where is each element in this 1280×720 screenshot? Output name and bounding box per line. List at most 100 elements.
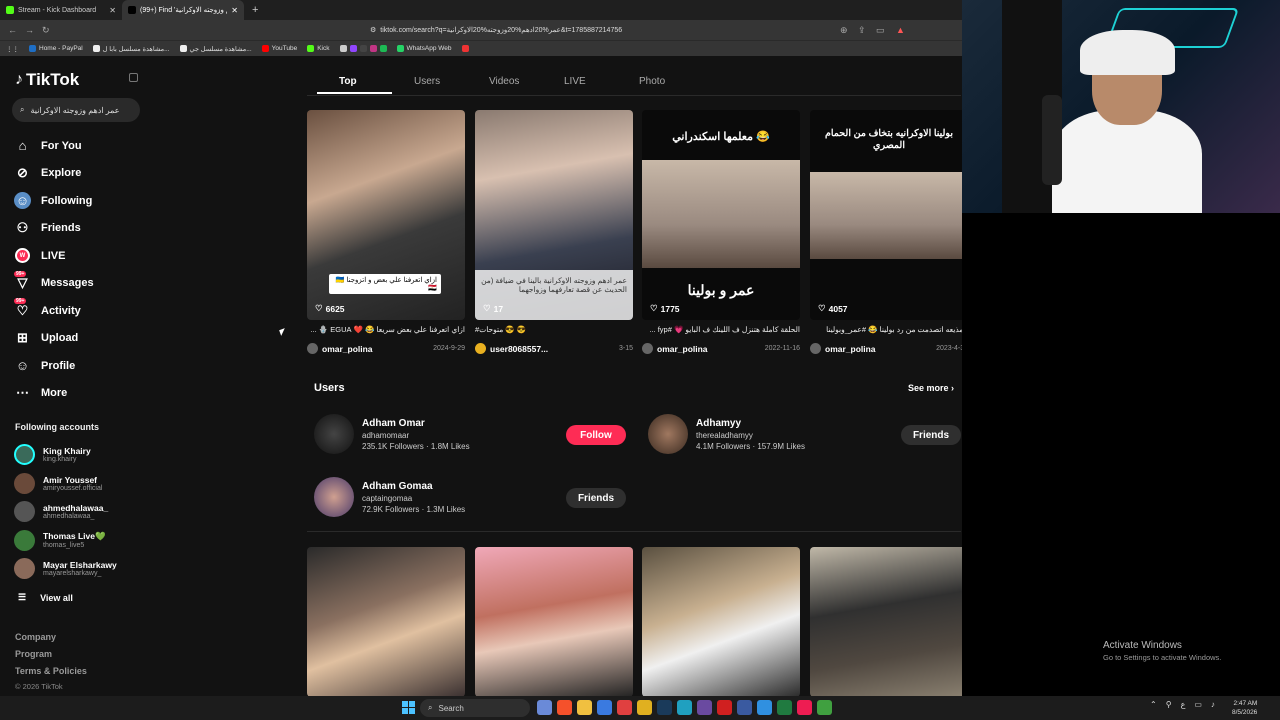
chevron-up-icon[interactable]: ⌃ bbox=[1150, 700, 1157, 709]
sidebar-item-messages[interactable]: ▽ 99+ Messages bbox=[14, 270, 144, 298]
new-tab-icon[interactable]: + bbox=[244, 4, 266, 16]
sidebar-item-upload[interactable]: ⊞ Upload bbox=[14, 325, 144, 353]
video-thumbnail[interactable]: عمر ادهم وزوجته الاوكرانية بالينا في ضيا… bbox=[475, 110, 633, 320]
url-field[interactable]: ⚙ tiktok.com/search?q=عمر%20ادهم%20وزوجته… bbox=[370, 23, 910, 37]
site-info-icon[interactable]: ⚙ bbox=[370, 26, 376, 34]
steam-icon[interactable] bbox=[657, 700, 672, 715]
brave-icon[interactable] bbox=[557, 700, 572, 715]
adobe-icon[interactable] bbox=[717, 700, 732, 715]
photos-icon[interactable] bbox=[757, 700, 772, 715]
network-icon[interactable]: ▭ bbox=[1194, 700, 1202, 709]
taskbar-search[interactable]: ⌕ Search bbox=[420, 699, 530, 717]
bookmark-paypal[interactable]: Home - PayPal bbox=[29, 45, 83, 52]
close-icon[interactable]: ✕ bbox=[109, 6, 116, 15]
friends-button[interactable]: Friends bbox=[566, 488, 626, 508]
tab-photo[interactable]: Photo bbox=[617, 70, 692, 94]
video-card[interactable]: معلمها اسكندراني 😂 عمر و بولينا ♡ 1775 ال… bbox=[642, 110, 800, 354]
share-icon[interactable]: ⇪ bbox=[858, 25, 866, 36]
chrome-alt-icon[interactable] bbox=[817, 700, 832, 715]
brave-shield-icon[interactable]: ▲ bbox=[896, 25, 905, 35]
video-card[interactable]: ازاي اتعرفنا علي بعض و اتزوجنا 🇺🇦🇪🇬 ♡ 662… bbox=[307, 110, 465, 354]
sidebar-item-profile[interactable]: ☺ Profile bbox=[14, 352, 144, 380]
author[interactable]: omar_polina bbox=[322, 344, 373, 354]
video-caption[interactable]: ازاي اتعرفنا علي بعض سريعا 😂 ❤️ EGUA 🪬 .… bbox=[307, 325, 465, 337]
file-explorer-icon[interactable] bbox=[577, 700, 592, 715]
chrome-icon[interactable] bbox=[617, 700, 632, 715]
tiktok-logo[interactable]: ♪ TikTok bbox=[15, 70, 79, 90]
video-thumbnail[interactable]: ازاي اتعرفنا علي بعض و اتزوجنا 🇺🇦🇪🇬 ♡ 662… bbox=[307, 110, 465, 320]
following-account[interactable]: Amir Youssef amiryoussef.official bbox=[14, 469, 144, 497]
tab-tiktok[interactable]: (99+) Find 'ادهم وزوجته الاوكرانية' ✕ bbox=[122, 0, 244, 20]
tab-users[interactable]: Users bbox=[392, 70, 467, 94]
reload-icon[interactable]: ↻ bbox=[42, 25, 50, 36]
author[interactable]: user8068557... bbox=[490, 344, 548, 354]
video-card[interactable]: بولينا الاوكرانيه بتخاف من الحمام المصري… bbox=[810, 110, 962, 354]
bookmark-kick[interactable]: Kick bbox=[307, 45, 330, 52]
video-caption[interactable]: الحلقة كاملة هتنزل ف اللينك ف البايو 💗 #… bbox=[642, 325, 800, 337]
footer-company[interactable]: Company bbox=[15, 632, 56, 642]
user-result[interactable]: Adham Gomaa captaingomaa 72.9K Followers ·… bbox=[314, 477, 465, 517]
video-thumbnail[interactable] bbox=[475, 547, 633, 696]
video-caption[interactable]: المذيعه اتصدمت من رد بولينا 😂 #عمر_وبولي… bbox=[810, 325, 962, 337]
avatar[interactable] bbox=[307, 343, 318, 354]
sidebar-item-following[interactable]: ☺ Following bbox=[14, 187, 144, 215]
bookmark-series-2[interactable]: مشاهدة مسلسل جي... bbox=[179, 45, 252, 53]
bookmark-youtube[interactable]: YouTube bbox=[261, 45, 297, 52]
follow-button[interactable]: Follow bbox=[566, 425, 626, 445]
tab-live[interactable]: LIVE bbox=[542, 70, 617, 94]
following-account[interactable]: King Khairy king.khairy bbox=[14, 440, 144, 468]
user-result[interactable]: Adhamyy therealadhamyy 4.1M Followers · 15… bbox=[648, 414, 805, 454]
app-icon[interactable] bbox=[637, 700, 652, 715]
video-thumbnail[interactable]: معلمها اسكندراني 😂 عمر و بولينا ♡ 1775 bbox=[642, 110, 800, 320]
avatar[interactable] bbox=[475, 343, 486, 354]
search-input[interactable]: ⌕ عمر ادهم وزوجته الاوكرانية bbox=[12, 98, 140, 122]
forward-icon[interactable]: → bbox=[25, 25, 34, 35]
close-icon[interactable]: ✕ bbox=[231, 6, 238, 15]
tab-videos[interactable]: Videos bbox=[467, 70, 542, 94]
copilot-icon[interactable] bbox=[537, 700, 552, 715]
sidebar-item-explore[interactable]: ⊘ Explore bbox=[14, 160, 144, 188]
word-icon[interactable] bbox=[737, 700, 752, 715]
excel-icon[interactable] bbox=[777, 700, 792, 715]
video-thumbnail[interactable] bbox=[307, 547, 465, 696]
user-result[interactable]: Adham Omar adhamomaar 235.1K Followers · 1… bbox=[314, 414, 470, 454]
video-caption[interactable]: #متوحات 😎 😎 bbox=[475, 325, 633, 337]
sidebar-item-live[interactable]: W LIVE bbox=[14, 242, 144, 270]
video-thumbnail[interactable] bbox=[810, 547, 962, 696]
bookmark-red[interactable] bbox=[461, 45, 469, 52]
see-more-link[interactable]: See more › bbox=[908, 383, 954, 393]
obs-icon[interactable] bbox=[697, 700, 712, 715]
video-card[interactable]: عمر ادهم وزوجته الاوكرانية بالينا في ضيا… bbox=[475, 110, 633, 354]
windows-start-icon[interactable] bbox=[402, 701, 415, 714]
language-icon[interactable]: ع bbox=[1181, 700, 1186, 709]
volume-icon[interactable]: ♪ bbox=[1211, 700, 1215, 709]
bookmark-extra-icons[interactable] bbox=[339, 45, 387, 52]
location-icon[interactable]: ⚲ bbox=[1166, 700, 1172, 709]
avatar[interactable] bbox=[810, 343, 821, 354]
bookmark-whatsapp[interactable]: WhatsApp Web bbox=[396, 45, 452, 52]
clock[interactable]: 2:47 AM 8/5/2026 bbox=[1232, 699, 1257, 717]
author[interactable]: omar_polina bbox=[825, 344, 876, 354]
avatar[interactable] bbox=[642, 343, 653, 354]
edge-icon[interactable] bbox=[677, 700, 692, 715]
sidebar-item-for-you[interactable]: ⌂ For You bbox=[14, 132, 144, 160]
sidebar-item-friends[interactable]: ⚇ Friends bbox=[14, 215, 144, 243]
footer-program[interactable]: Program bbox=[15, 649, 52, 659]
following-account[interactable]: ahmedhalawaa_ ahmedhalawaa_ bbox=[14, 497, 144, 525]
apps-icon[interactable]: ⋮⋮ bbox=[6, 45, 19, 53]
tab-top[interactable]: Top bbox=[317, 70, 392, 94]
following-account[interactable]: Mayar Elsharkawy mayarelsharkawy_ bbox=[14, 554, 144, 582]
back-icon[interactable]: ← bbox=[8, 25, 17, 35]
tiktok-icon[interactable] bbox=[797, 700, 812, 715]
sidebar-item-more[interactable]: ⋯ More bbox=[14, 380, 144, 408]
tab-kick[interactable]: Stream - Kick Dashboard ✕ bbox=[0, 0, 122, 20]
sidebar-item-activity[interactable]: ♡ 99+ Activity bbox=[14, 297, 144, 325]
zoom-icon[interactable]: ⊕ bbox=[840, 25, 848, 36]
bookmark-series-1[interactable]: مشاهدة مسلسل بابا ل... bbox=[92, 45, 170, 53]
video-thumbnail[interactable] bbox=[642, 547, 800, 696]
view-all-link[interactable]: ☰ View all bbox=[18, 592, 73, 603]
store-icon[interactable] bbox=[597, 700, 612, 715]
author[interactable]: omar_polina bbox=[657, 344, 708, 354]
video-thumbnail[interactable]: بولينا الاوكرانيه بتخاف من الحمام المصري… bbox=[810, 110, 962, 320]
collapse-sidebar-icon[interactable] bbox=[129, 73, 138, 82]
